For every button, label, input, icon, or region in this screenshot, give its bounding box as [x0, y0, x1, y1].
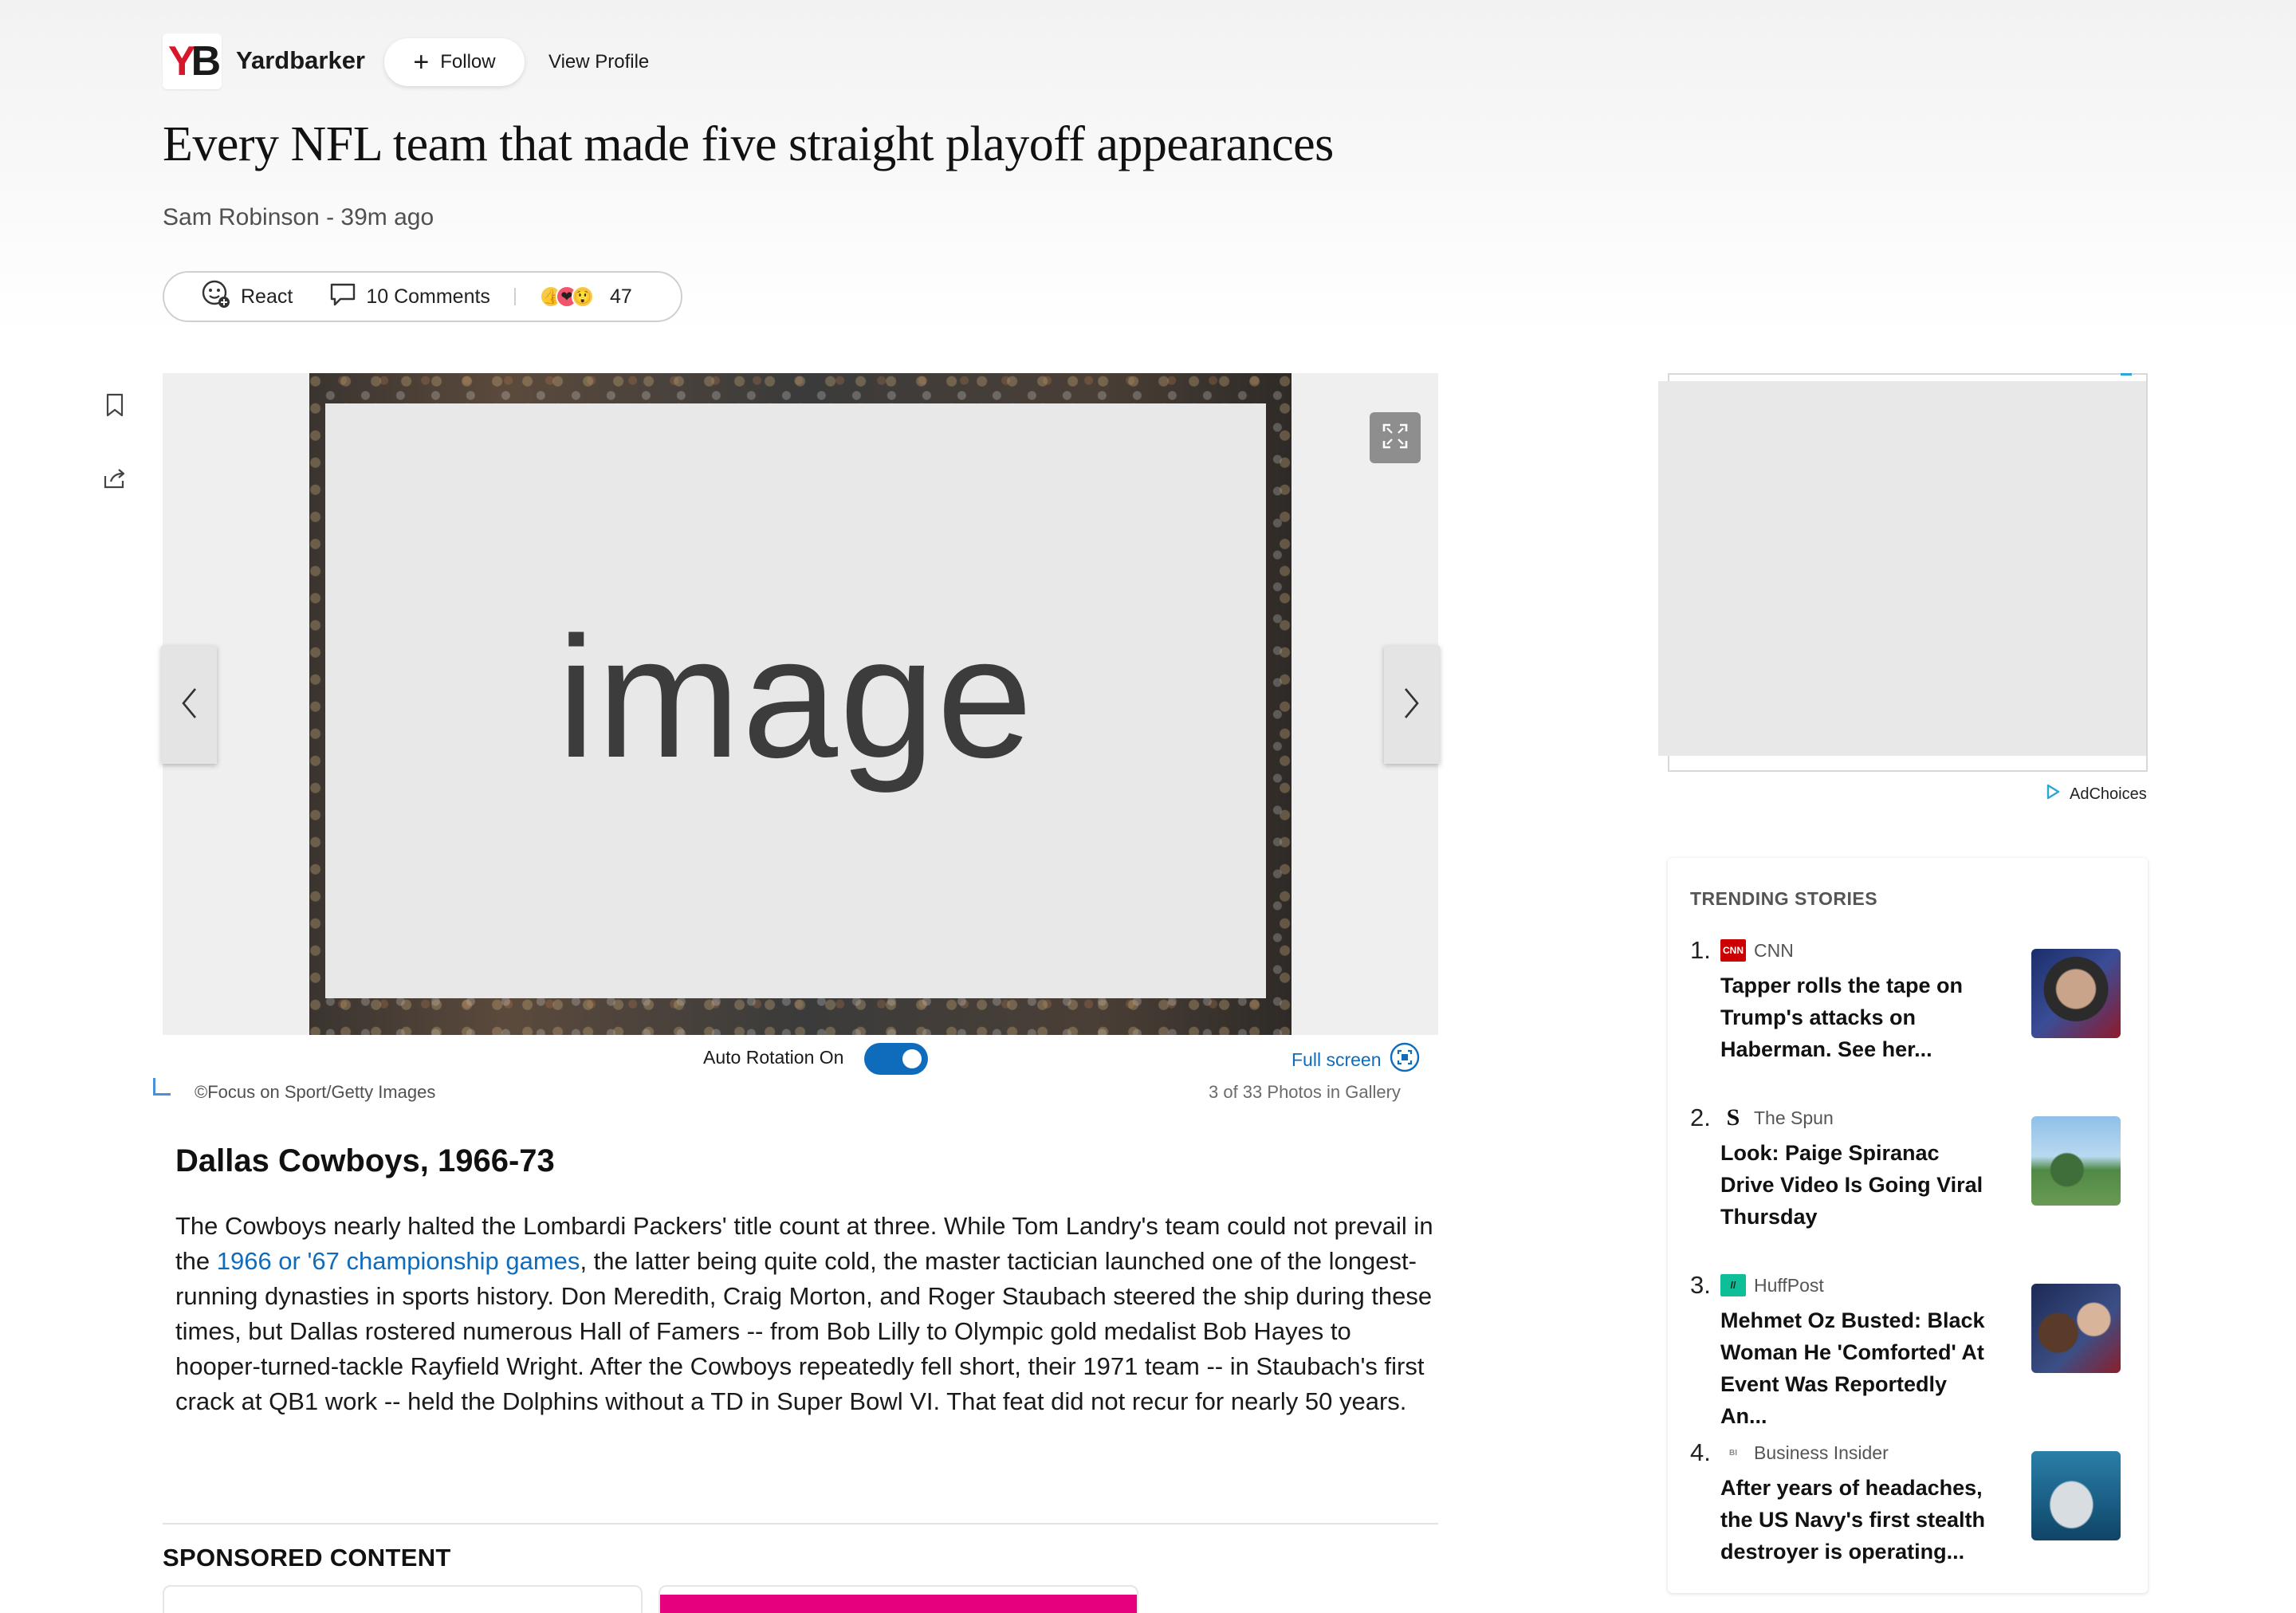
trending-source-name: Business Insider — [1754, 1442, 1889, 1463]
reaction-emojis: 👍 ❤ 😲 — [539, 285, 594, 308]
publisher-name[interactable]: Yardbarker — [236, 46, 365, 75]
chevron-left-icon — [179, 686, 199, 725]
trending-source-name: HuffPost — [1754, 1274, 1824, 1296]
share-icon[interactable] — [100, 464, 129, 493]
view-profile-link[interactable]: View Profile — [548, 51, 649, 73]
expand-button[interactable] — [1370, 412, 1421, 463]
chevron-right-icon — [1402, 686, 1421, 725]
trending-source-name: The Spun — [1754, 1107, 1834, 1128]
trending-thumbnail[interactable] — [2031, 1284, 2121, 1373]
trending-thumbnail[interactable] — [2031, 949, 2121, 1038]
reaction-count: 47 — [609, 285, 632, 308]
comments-label: 10 Comments — [366, 285, 490, 308]
adchoices-link[interactable]: AdChoices — [2044, 783, 2147, 805]
photo-count: 3 of 33 Photos in Gallery — [1209, 1082, 1401, 1102]
auto-rotation-label: Auto Rotation On — [703, 1047, 844, 1068]
cnn-logo-icon: CNN — [1720, 939, 1746, 962]
slide-body: The Cowboys nearly halted the Lombardi P… — [175, 1209, 1443, 1419]
follow-label: Follow — [440, 51, 496, 73]
trending-item[interactable]: 4. BI Business Insider After years of he… — [1690, 1438, 2129, 1582]
the-spun-logo-icon: S — [1720, 1104, 1746, 1131]
fullscreen-label: Full screen — [1292, 1048, 1382, 1070]
trending-thumbnail[interactable] — [2031, 1116, 2121, 1206]
trending-title[interactable]: Mehmet Oz Busted: Black Woman He 'Comfor… — [1720, 1304, 1991, 1432]
adchoices-label: AdChoices — [2070, 785, 2147, 803]
trending-source: BI Business Insider — [1720, 1442, 1889, 1464]
trending-source: S The Spun — [1720, 1104, 1834, 1131]
trending-rank: 4. — [1690, 1438, 1711, 1466]
bookmark-icon[interactable] — [100, 391, 129, 419]
trending-source: CNN CNN — [1720, 939, 1794, 962]
gallery-prev-button[interactable] — [161, 646, 217, 764]
sponsored-card[interactable] — [659, 1585, 1138, 1613]
fullscreen-icon — [1389, 1041, 1421, 1078]
huffpost-logo-icon: // — [1720, 1274, 1746, 1296]
trending-rank: 2. — [1690, 1104, 1711, 1131]
follow-button[interactable]: + Follow — [384, 38, 525, 86]
image-placeholder-text: image — [556, 600, 1035, 793]
trending-heading: TRENDING STORIES — [1690, 888, 1878, 909]
reaction-bar: React 10 Comments 👍 ❤ 😲 47 — [163, 271, 682, 322]
slide-heading: Dallas Cowboys, 1966-73 — [175, 1143, 555, 1178]
image-placeholder: image — [325, 403, 1266, 998]
article-byline: Sam Robinson - 39m ago — [163, 204, 434, 230]
trending-title[interactable]: Tapper rolls the tape on Trump's attacks… — [1720, 970, 1991, 1065]
surprised-face-icon: 😲 — [571, 285, 594, 308]
ad-corner-marker — [2121, 373, 2132, 381]
trending-source-name: CNN — [1754, 939, 1794, 961]
trending-item[interactable]: 3. // HuffPost Mehmet Oz Busted: Black W… — [1690, 1271, 2129, 1428]
business-insider-logo-icon: BI — [1720, 1442, 1746, 1464]
react-button[interactable]: React — [201, 279, 293, 315]
trending-item[interactable]: 1. CNN CNN Tapper rolls the tape on Trum… — [1690, 936, 2129, 1080]
trending-title[interactable]: Look: Paige Spiranac Drive Video Is Goin… — [1720, 1137, 1991, 1233]
reaction-divider — [513, 288, 516, 305]
expand-icon — [1381, 422, 1409, 454]
trending-thumbnail[interactable] — [2031, 1451, 2121, 1540]
trending-source: // HuffPost — [1720, 1274, 1824, 1296]
comment-icon — [329, 281, 356, 313]
trending-title[interactable]: After years of headaches, the US Navy's … — [1720, 1472, 1991, 1568]
trending-rank: 3. — [1690, 1271, 1711, 1299]
trending-item[interactable]: 2. S The Spun Look: Paige Spiranac Drive… — [1690, 1104, 2129, 1247]
sponsored-card[interactable] — [163, 1585, 643, 1613]
ad-placeholder[interactable] — [1658, 381, 2146, 756]
article-title: Every NFL team that made five straight p… — [163, 117, 1334, 171]
toggle-knob — [902, 1049, 922, 1068]
fullscreen-button[interactable]: Full screen — [1292, 1041, 1421, 1078]
auto-rotation-toggle[interactable] — [864, 1043, 928, 1075]
photo-credit: ©Focus on Sport/Getty Images — [195, 1082, 436, 1102]
caption-corner-icon — [153, 1078, 171, 1096]
publisher-logo[interactable]: YB — [163, 33, 222, 89]
adchoices-icon — [2044, 783, 2062, 805]
championship-games-link[interactable]: 1966 or '67 championship games — [217, 1247, 580, 1275]
gallery-next-button[interactable] — [1384, 646, 1440, 764]
smiley-add-icon — [201, 279, 231, 315]
comments-button[interactable]: 10 Comments — [329, 281, 490, 313]
plus-icon: + — [413, 47, 430, 77]
trending-rank: 1. — [1690, 936, 1711, 964]
section-divider — [163, 1523, 1438, 1524]
publisher-logo-text: YB — [167, 38, 221, 85]
sponsored-content-heading: SPONSORED CONTENT — [163, 1544, 451, 1572]
reaction-summary[interactable]: 👍 ❤ 😲 47 — [539, 285, 632, 309]
react-label: React — [241, 285, 293, 308]
